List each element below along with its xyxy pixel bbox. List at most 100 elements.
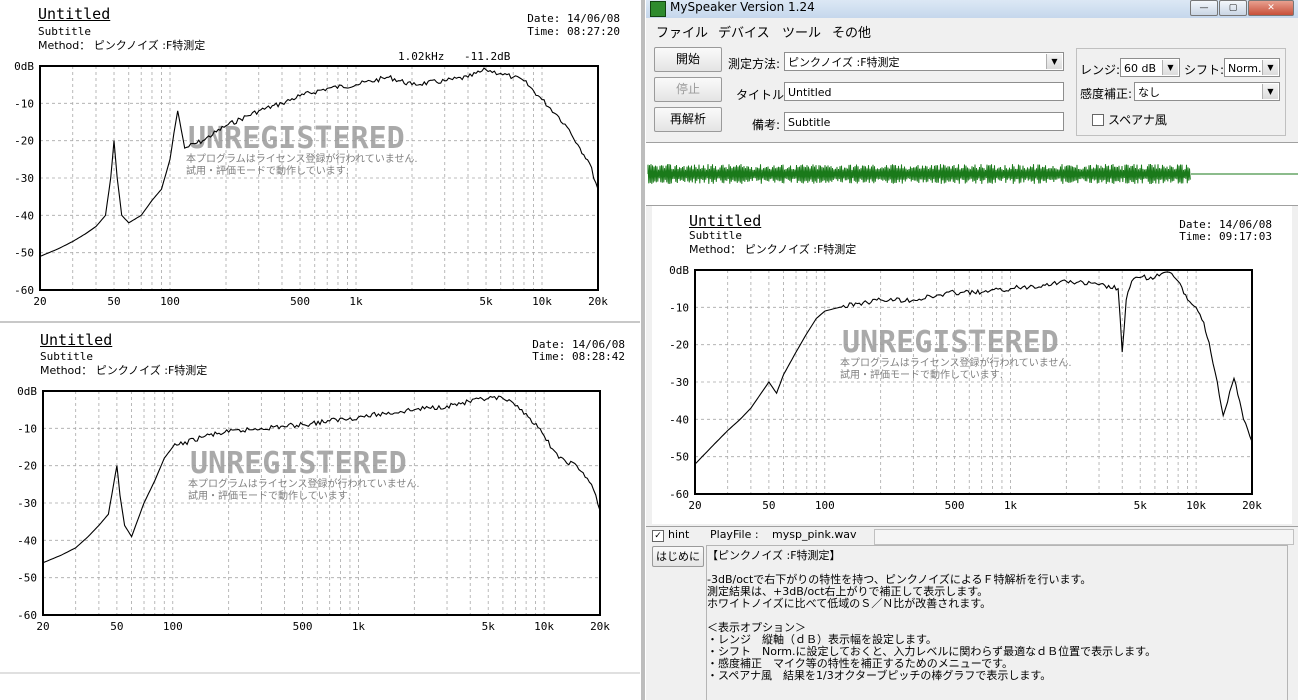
method-select[interactable]: ピンクノイズ :F特測定 ▼ — [784, 52, 1064, 71]
x-tick-label: 500 — [293, 620, 313, 633]
x-tick-label: 5k — [1134, 499, 1148, 512]
title-bar: MySpeaker Version 1.24 — ▢ ✕ — [646, 0, 1298, 18]
x-tick-label: 1k — [349, 295, 363, 308]
shift-select[interactable]: Norm. ▼ — [1224, 58, 1280, 77]
x-tick-label: 100 — [160, 295, 180, 308]
x-tick-label: 20k — [588, 295, 608, 308]
x-tick-label: 10k — [1186, 499, 1206, 512]
x-tick-label: 100 — [815, 499, 835, 512]
range-label: レンジ: — [1080, 63, 1121, 77]
note-label: 備考: — [752, 118, 781, 132]
close-button[interactable]: ✕ — [1248, 0, 1294, 16]
minimize-button[interactable]: — — [1190, 0, 1218, 16]
watermark-notice: 試用・評価モードで動作しています. — [186, 164, 349, 177]
watermark-notice: 本プログラムはライセンス登録が行われていません. — [186, 152, 418, 165]
x-tick-label: 10k — [534, 620, 554, 633]
hint-checkbox[interactable]: ✓ — [652, 530, 664, 542]
y-tick-label: -40 — [17, 534, 37, 547]
playfile-field — [874, 529, 1294, 545]
range-select[interactable]: 60 dB ▼ — [1120, 58, 1180, 77]
report-panel-2: Untitled Subtitle Method： ピンクノイズ :F特測定 D… — [0, 325, 640, 670]
playfile-value: mysp_pink.wav — [772, 528, 857, 541]
waveform — [647, 163, 1298, 185]
y-tick-label: -20 — [14, 135, 34, 148]
chevron-down-icon: ▼ — [1046, 54, 1062, 69]
x-tick-label: 100 — [163, 620, 183, 633]
y-tick-label: -40 — [669, 413, 689, 426]
menu-device[interactable]: デバイス — [718, 22, 770, 41]
start-button[interactable]: 開始 — [654, 47, 722, 72]
watermark-notice: 試用・評価モードで動作しています. — [840, 368, 1003, 381]
y-tick-label: -30 — [14, 172, 34, 185]
menu-other[interactable]: その他 — [832, 22, 871, 41]
stop-button[interactable]: 停止 — [654, 77, 722, 102]
hint-bar: ✓ hint PlayFile : mysp_pink.wav — [646, 526, 1298, 545]
x-tick-label: 20 — [36, 620, 49, 633]
sensitivity-label: 感度補正: — [1080, 87, 1133, 101]
frequency-response-chart: 0dB -10 -20 -30 -40 -50 -6020 50 100 500 1k 5k 10k 20… — [17, 385, 610, 633]
chevron-down-icon: ▼ — [1162, 60, 1178, 75]
spana-checkbox[interactable] — [1092, 114, 1104, 126]
report-panel-1: Untitled Subtitle Method： ピンクノイズ :F特測定 D… — [0, 0, 640, 320]
sensitivity-select[interactable]: なし ▼ — [1134, 82, 1280, 101]
app-report-panel: Untitled Subtitle Method： ピンクノイズ :F特測定 D… — [652, 206, 1292, 524]
y-tick-label: -50 — [14, 247, 34, 260]
y-tick-label: 0dB — [17, 385, 37, 398]
y-tick-label: -60 — [17, 609, 37, 622]
range-value: 60 dB — [1124, 62, 1157, 75]
hint-line: ・スペアナ風 結果を1/3オクターブピッチの棒グラフで表示します。 — [707, 669, 1052, 682]
sensitivity-value: なし — [1138, 86, 1160, 99]
y-tick-label: -40 — [14, 209, 34, 222]
intro-button[interactable]: はじめに — [652, 546, 704, 567]
y-tick-label: 0dB — [14, 60, 34, 73]
waveform-display — [646, 142, 1298, 206]
app-icon — [650, 1, 666, 17]
watermark-notice: 本プログラムはライセンス登録が行われていません. — [840, 356, 1072, 369]
x-tick-label: 20k — [590, 620, 610, 633]
y-tick-label: -10 — [17, 422, 37, 435]
hint-text-area: 【ピンクノイズ :F特測定】 -3dB/octで右下がりの特性を持つ、ピンクノイ… — [706, 545, 1288, 700]
y-tick-label: -20 — [669, 339, 689, 352]
waveform-signal — [647, 163, 1191, 185]
x-tick-label: 10k — [532, 295, 552, 308]
x-tick-label: 50 — [110, 620, 123, 633]
y-tick-label: -50 — [17, 572, 37, 585]
hint-line: 【ピンクノイズ :F特測定】 — [707, 549, 841, 562]
watermark: UNREGISTERED — [842, 325, 1059, 360]
x-tick-label: 20k — [1242, 499, 1262, 512]
y-tick-label: 0dB — [669, 264, 689, 277]
menu-file[interactable]: ファイル — [656, 22, 708, 41]
y-tick-label: -20 — [17, 460, 37, 473]
y-tick-label: -50 — [669, 451, 689, 464]
shift-label: シフト: — [1184, 63, 1225, 77]
method-value: ピンクノイズ :F特測定 — [788, 56, 900, 69]
y-tick-label: -60 — [669, 488, 689, 501]
y-tick-label: -30 — [17, 497, 37, 510]
x-tick-label: 5k — [482, 620, 496, 633]
watermark: UNREGISTERED — [190, 446, 407, 481]
watermark: UNREGISTERED — [188, 121, 405, 156]
title-input[interactable]: Untitled — [784, 82, 1064, 101]
myspeaker-window: MySpeaker Version 1.24 — ▢ ✕ ファイル デバイス ツ… — [646, 0, 1298, 700]
y-tick-label: -60 — [14, 284, 34, 297]
menu-tools[interactable]: ツール — [782, 22, 821, 41]
title-label: タイトル: — [736, 88, 789, 102]
shift-value: Norm. — [1228, 62, 1262, 75]
x-tick-label: 500 — [290, 295, 310, 308]
frequency-response-chart: 0dB -10 -20 -30 -40 -50 -6020 50 100 500 1k 5k 10k 20… — [669, 264, 1262, 512]
menu-bar: ファイル デバイス ツール その他 — [646, 19, 1298, 41]
playfile-label: PlayFile : — [710, 528, 759, 541]
panel-divider — [0, 672, 640, 674]
spana-label: スペアナ風 — [1108, 113, 1167, 127]
x-tick-label: 50 — [762, 499, 775, 512]
watermark-notice: 試用・評価モードで動作しています. — [188, 489, 351, 502]
watermark-notice: 本プログラムはライセンス登録が行われていません. — [188, 477, 420, 490]
hint-line: ホワイトノイズに比べて低域のＳ／Ｎ比が改善されます。 — [707, 597, 992, 610]
hint-label: hint — [668, 528, 690, 541]
x-tick-label: 20 — [688, 499, 701, 512]
window-divider — [641, 0, 645, 700]
reanalyze-button[interactable]: 再解析 — [654, 107, 722, 132]
note-input[interactable]: Subtitle — [784, 112, 1064, 131]
x-tick-label: 1k — [1004, 499, 1018, 512]
maximize-button[interactable]: ▢ — [1219, 0, 1247, 16]
